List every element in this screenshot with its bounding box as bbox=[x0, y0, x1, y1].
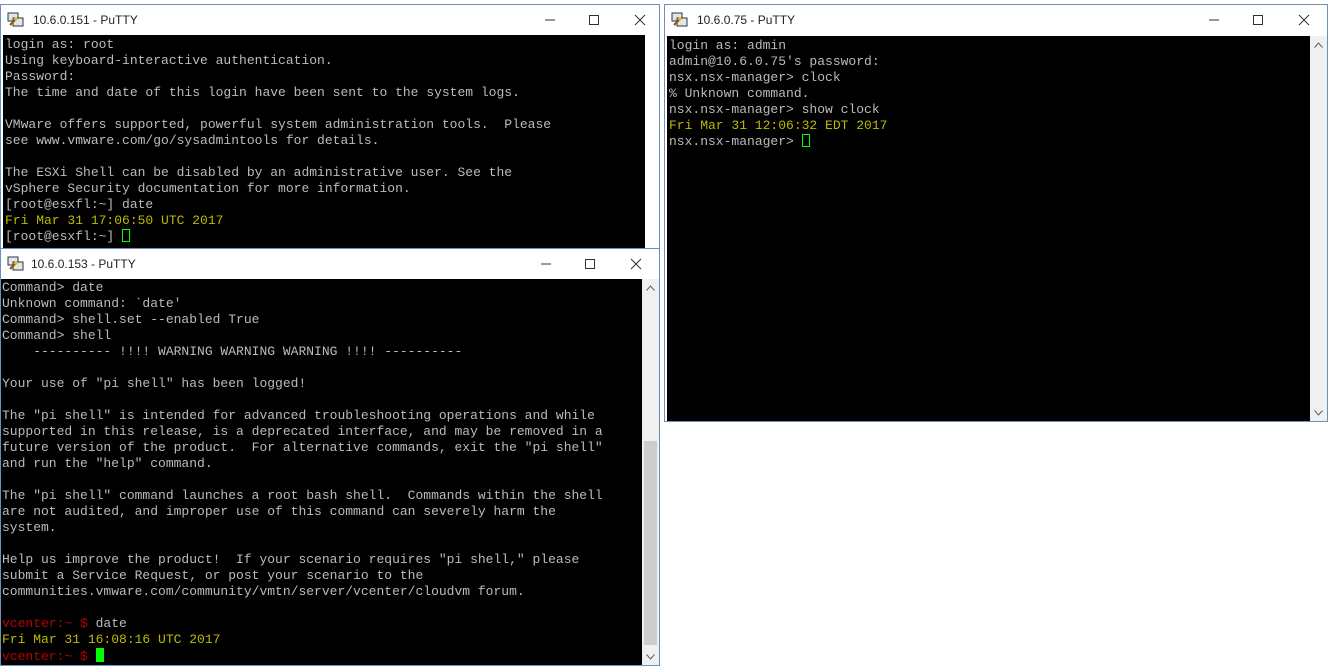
maximize-icon bbox=[589, 15, 599, 25]
terminal-line: % Unknown command. bbox=[669, 86, 810, 101]
date-output: Fri Mar 31 16:08:16 UTC 2017 bbox=[2, 632, 221, 647]
prompt-line: nsx.nsx-manager> bbox=[669, 134, 1310, 150]
vertical-scrollbar[interactable] bbox=[1310, 36, 1327, 421]
prompt-line: vcenter:~ $ bbox=[2, 648, 642, 664]
terminal-line: future version of the product. For alter… bbox=[2, 440, 603, 455]
terminal-line: supported in this release, is a deprecat… bbox=[2, 424, 603, 439]
terminal-line: system. bbox=[2, 520, 57, 535]
terminal-line: Your use of "pi shell" has been logged! bbox=[2, 376, 307, 391]
cursor bbox=[801, 134, 810, 147]
maximize-button[interactable] bbox=[571, 5, 617, 35]
terminal-line: The time and date of this login have bee… bbox=[5, 85, 520, 100]
terminal-line: nsx.nsx-manager> clock bbox=[669, 70, 841, 85]
terminal-line: Command> date bbox=[2, 280, 104, 295]
cursor bbox=[95, 648, 104, 662]
titlebar[interactable]: 10.6.0.153 - PuTTY bbox=[1, 249, 659, 279]
terminal-output[interactable]: Command> date Unknown command: `date' Comm… bbox=[1, 279, 642, 665]
terminal-line: The "pi shell" is intended for advanced … bbox=[2, 408, 595, 423]
shell-prompt: vcenter:~ $ bbox=[2, 649, 88, 664]
terminal-line: ---------- !!!! WARNING WARNING WARNING … bbox=[2, 344, 463, 359]
chevron-up-icon bbox=[646, 284, 655, 291]
minimize-icon bbox=[1209, 19, 1219, 21]
close-button[interactable] bbox=[613, 249, 659, 279]
chevron-down-icon bbox=[1314, 409, 1323, 416]
terminal-line: login as: root bbox=[5, 37, 115, 52]
scrollbar-thumb[interactable] bbox=[644, 441, 657, 645]
scroll-down-button[interactable] bbox=[642, 648, 659, 665]
window-title: 10.6.0.151 - PuTTY bbox=[33, 13, 138, 27]
terminal-line: and run the "help" command. bbox=[2, 456, 213, 471]
minimize-button[interactable] bbox=[527, 5, 573, 35]
putty-window-153[interactable]: 10.6.0.153 - PuTTY Command> date Unknown … bbox=[0, 248, 660, 666]
date-output: Fri Mar 31 17:06:50 UTC 2017 bbox=[5, 213, 224, 228]
shell-prompt: vcenter:~ $ bbox=[2, 616, 88, 631]
close-icon bbox=[1298, 14, 1310, 26]
minimize-icon bbox=[545, 19, 555, 21]
close-icon bbox=[630, 258, 642, 270]
minimize-button[interactable] bbox=[523, 249, 569, 279]
terminal-line: Command> shell.set --enabled True bbox=[2, 312, 260, 327]
scroll-down-button[interactable] bbox=[1310, 404, 1327, 421]
terminal-line: [root@esxfl:~] date bbox=[5, 197, 154, 212]
putty-icon bbox=[7, 12, 24, 27]
typed-command: date bbox=[87, 616, 127, 631]
minimize-button[interactable] bbox=[1191, 5, 1237, 35]
terminal-line: Using keyboard-interactive authenticatio… bbox=[5, 53, 333, 68]
shell-prompt: nsx.nsx-manager> bbox=[669, 134, 802, 149]
prompt-line: [root@esxfl:~] bbox=[5, 229, 645, 245]
terminal-line: The "pi shell" command launches a root b… bbox=[2, 488, 603, 503]
command-line: vcenter:~ $ date bbox=[2, 616, 642, 632]
terminal-line: nsx.nsx-manager> show clock bbox=[669, 102, 880, 117]
date-output: Fri Mar 31 12:06:32 EDT 2017 bbox=[669, 118, 888, 133]
terminal-line: communities.vmware.com/community/vmtn/se… bbox=[2, 584, 525, 599]
cursor bbox=[122, 229, 131, 242]
terminal-line: Help us improve the product! If your sce… bbox=[2, 552, 580, 567]
maximize-icon bbox=[585, 259, 595, 269]
scroll-up-button[interactable] bbox=[1310, 36, 1327, 53]
terminal-line: admin@10.6.0.75's password: bbox=[669, 54, 880, 69]
terminal-line: The ESXi Shell can be disabled by an adm… bbox=[5, 165, 513, 180]
putty-icon bbox=[671, 12, 688, 27]
terminal-line: see www.vmware.com/go/sysadmintools for … bbox=[5, 133, 380, 148]
titlebar[interactable]: 10.6.0.75 - PuTTY bbox=[665, 5, 1327, 35]
terminal-line: Unknown command: `date' bbox=[2, 296, 182, 311]
vertical-scrollbar[interactable] bbox=[642, 279, 659, 665]
terminal-line: login as: admin bbox=[669, 38, 787, 53]
close-button[interactable] bbox=[1281, 5, 1327, 35]
terminal-line: are not audited, and improper use of thi… bbox=[2, 504, 556, 519]
titlebar[interactable]: 10.6.0.151 - PuTTY bbox=[1, 5, 659, 35]
terminal-line: Password: bbox=[5, 69, 76, 84]
terminal-line: submit a Service Request, or post your s… bbox=[2, 568, 424, 583]
terminal-output[interactable]: login as: admin admin@10.6.0.75's passwor… bbox=[667, 36, 1310, 421]
terminal-line: VMware offers supported, powerful system… bbox=[5, 117, 552, 132]
maximize-icon bbox=[1253, 15, 1263, 25]
window-title: 10.6.0.75 - PuTTY bbox=[697, 13, 796, 27]
maximize-button[interactable] bbox=[1235, 5, 1281, 35]
minimize-icon bbox=[541, 263, 551, 265]
close-icon bbox=[634, 14, 646, 26]
terminal-line: vSphere Security documentation for more … bbox=[5, 181, 411, 196]
close-button[interactable] bbox=[617, 5, 659, 35]
window-title: 10.6.0.153 - PuTTY bbox=[31, 257, 136, 271]
scroll-up-button[interactable] bbox=[642, 279, 659, 296]
chevron-up-icon bbox=[1314, 41, 1323, 48]
maximize-button[interactable] bbox=[567, 249, 613, 279]
putty-window-75[interactable]: 10.6.0.75 - PuTTY login as: admin admin@1… bbox=[664, 4, 1328, 422]
putty-icon bbox=[7, 256, 24, 271]
terminal-line: Command> shell bbox=[2, 328, 112, 343]
chevron-down-icon bbox=[646, 653, 655, 660]
shell-prompt: [root@esxfl:~] bbox=[5, 229, 123, 244]
